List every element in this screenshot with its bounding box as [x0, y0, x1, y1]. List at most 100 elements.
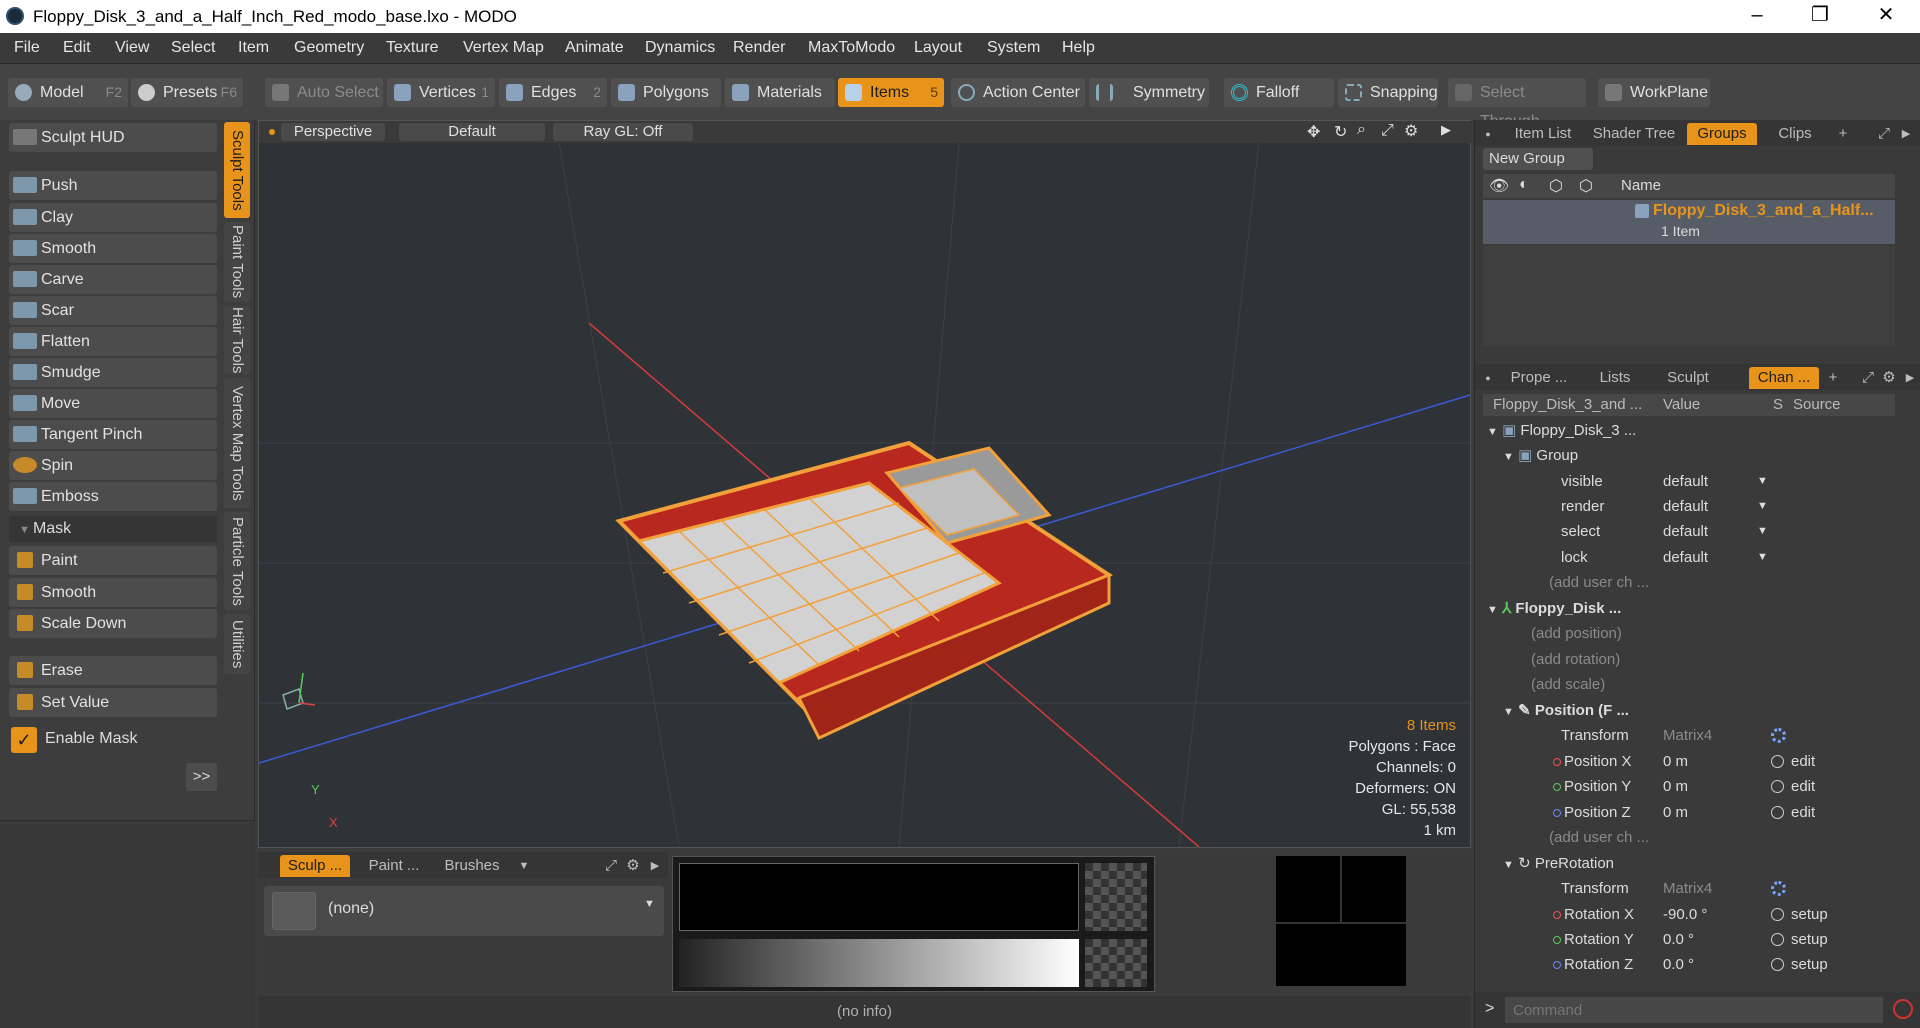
state-circle-icon[interactable] — [1771, 933, 1784, 946]
expand-icon[interactable]: ⤢ — [1859, 367, 1877, 389]
mask-scale-down-button[interactable]: Scale Down — [9, 609, 217, 638]
group-row[interactable]: Floppy_Disk_3_and_a_Half... 1 Item — [1483, 200, 1895, 244]
channel-row[interactable]: Transform Matrix4 — [1483, 723, 1895, 748]
presets-button[interactable]: Presets F6 — [131, 78, 243, 107]
tab-groups[interactable]: Groups — [1687, 123, 1757, 145]
tool-spin[interactable]: Spin — [9, 451, 217, 480]
symmetry-button[interactable]: Symmetry — [1089, 78, 1209, 107]
tool-carve[interactable]: Carve — [9, 265, 217, 294]
tab-hair-tools[interactable]: Hair Tools — [224, 306, 250, 374]
channel-value[interactable]: -90.0 ° — [1663, 902, 1707, 927]
channel-row[interactable]: ▼ ▣ Group — [1483, 443, 1895, 468]
channel-row[interactable]: Position Z 0 m edit — [1483, 800, 1895, 825]
sculpt-hud-button[interactable]: Sculpt HUD — [9, 123, 217, 152]
menu-vertex-map[interactable]: Vertex Map — [463, 39, 544, 57]
action-center-button[interactable]: Action Center — [951, 78, 1085, 107]
view-type-dropdown[interactable]: Perspective — [281, 123, 385, 141]
tool-tangent-pinch[interactable]: Tangent Pinch — [9, 420, 217, 449]
chevron-down-icon[interactable]: ▼ — [1757, 469, 1768, 494]
edges-button[interactable]: Edges 2 — [499, 78, 607, 107]
menu-edit[interactable]: Edit — [63, 39, 91, 57]
select-icon[interactable]: ⬡ — [1579, 176, 1593, 196]
tool-smooth[interactable]: Smooth — [9, 234, 217, 263]
3d-viewport[interactable]: Perspective Default Ray GL: Off ✥ ↻ ⌕ ⤢ … — [258, 120, 1472, 848]
state-circle-icon[interactable] — [1771, 806, 1784, 819]
workplane-button[interactable]: WorkPlane — [1598, 78, 1710, 107]
channel-value[interactable]: 0 m — [1663, 774, 1688, 799]
menu-help[interactable]: Help — [1062, 39, 1095, 57]
mask-smooth-button[interactable]: Smooth — [9, 578, 217, 607]
menu-select[interactable]: Select — [171, 39, 215, 57]
items-button[interactable]: Items 5 — [838, 78, 944, 107]
tool-scar[interactable]: Scar — [9, 296, 217, 325]
arrow-right-icon[interactable]: ▶ — [1903, 367, 1917, 389]
tab-vertex-map-tools[interactable]: Vertex Map Tools — [224, 378, 250, 508]
menu-render[interactable]: Render — [733, 39, 785, 57]
menu-item[interactable]: Item — [238, 39, 269, 57]
close-button[interactable]: ✕ — [1856, 0, 1916, 33]
maximize-button[interactable]: ❐ — [1790, 0, 1850, 33]
pan-icon[interactable]: ✥ — [1307, 122, 1320, 142]
menu-geometry[interactable]: Geometry — [294, 39, 364, 57]
menu-file[interactable]: File — [14, 39, 40, 57]
dropdown-arrow-icon[interactable]: ▼ — [516, 855, 532, 877]
new-group-button[interactable]: New Group — [1483, 148, 1593, 170]
state-circle-icon[interactable] — [1771, 780, 1784, 793]
materials-button[interactable]: Materials — [725, 78, 835, 107]
enable-mask-toggle[interactable]: ✓ Enable Mask — [9, 724, 217, 754]
state-circle-icon[interactable] — [1771, 908, 1784, 921]
brush-selector[interactable]: (none) ▼ — [264, 886, 664, 936]
expand-icon[interactable]: ⤢ — [602, 855, 620, 877]
erase-button[interactable]: Erase — [9, 656, 217, 685]
channel-row[interactable]: Position Y 0 m edit — [1483, 774, 1895, 799]
select-through-button[interactable]: Select Through — [1448, 78, 1586, 130]
mask-header[interactable]: ▼ Mask — [9, 516, 217, 542]
menu-view[interactable]: View — [115, 39, 149, 57]
falloff-button[interactable]: Falloff — [1224, 78, 1334, 107]
menu-maxtomodo[interactable]: MaxToModo — [808, 39, 895, 57]
tab-sculpt[interactable]: Sculpt — [1655, 367, 1721, 389]
channel-row[interactable]: ▼ ↻ PreRotation — [1483, 851, 1895, 876]
vertices-button[interactable]: Vertices 1 — [387, 78, 495, 107]
channel-value[interactable]: 0 m — [1663, 800, 1688, 825]
tool-smudge[interactable]: Smudge — [9, 358, 217, 387]
channel-row[interactable]: ▼ ✎ Position (F ... — [1483, 698, 1895, 723]
add-tab-icon[interactable]: + — [1825, 367, 1841, 389]
tab-paint-tools[interactable]: Paint Tools — [224, 222, 250, 302]
menu-animate[interactable]: Animate — [565, 39, 624, 57]
record-icon[interactable] — [1893, 999, 1913, 1019]
arrow-right-icon[interactable]: ▶ — [1899, 123, 1913, 145]
tab-lists[interactable]: Lists — [1583, 367, 1647, 389]
shading-dropdown[interactable]: Default — [399, 123, 545, 141]
channel-value[interactable]: default — [1663, 545, 1708, 570]
channel-row[interactable]: (add rotation) — [1483, 647, 1895, 672]
menu-layout[interactable]: Layout — [914, 39, 962, 57]
chevron-down-icon[interactable]: ▼ — [1757, 519, 1768, 544]
chevron-down-icon[interactable]: ▼ — [1757, 545, 1768, 570]
tool-push[interactable]: Push — [9, 171, 217, 200]
channel-row[interactable]: Rotation Y 0.0 ° setup — [1483, 927, 1895, 952]
tool-move[interactable]: Move — [9, 389, 217, 418]
channel-row[interactable]: Rotation Z 0.0 ° setup — [1483, 952, 1895, 977]
state-circle-icon[interactable] — [1771, 958, 1784, 971]
expand-icon[interactable]: ⤢ — [1875, 123, 1893, 145]
tab-brushes[interactable]: Brushes — [438, 855, 506, 877]
channel-row[interactable]: (add user ch ... — [1483, 570, 1895, 595]
channel-row[interactable]: Position X 0 m edit — [1483, 749, 1895, 774]
channel-row[interactable]: Transform Matrix4 — [1483, 876, 1895, 901]
eye-icon[interactable]: 👁 — [1489, 176, 1509, 196]
channel-row[interactable]: lock default ▼ — [1483, 545, 1895, 570]
add-tab-icon[interactable]: + — [1835, 123, 1851, 145]
channel-value[interactable]: default — [1663, 469, 1708, 494]
chevron-down-icon[interactable]: ▼ — [1757, 494, 1768, 519]
channel-value[interactable]: 0.0 ° — [1663, 927, 1694, 952]
lock-icon[interactable]: ⬡ — [1549, 176, 1563, 196]
channel-row[interactable]: render default ▼ — [1483, 494, 1895, 519]
tab-paint[interactable]: Paint ... — [358, 855, 430, 877]
gear-icon[interactable]: ⚙ — [624, 855, 642, 877]
tab-sculpt-tools[interactable]: Sculpt Tools — [224, 122, 250, 218]
channel-row[interactable]: (add user ch ... — [1483, 825, 1895, 850]
tab-item-list[interactable]: Item List — [1503, 123, 1583, 145]
polygons-button[interactable]: Polygons — [611, 78, 721, 107]
channel-row[interactable]: (add position) — [1483, 621, 1895, 646]
